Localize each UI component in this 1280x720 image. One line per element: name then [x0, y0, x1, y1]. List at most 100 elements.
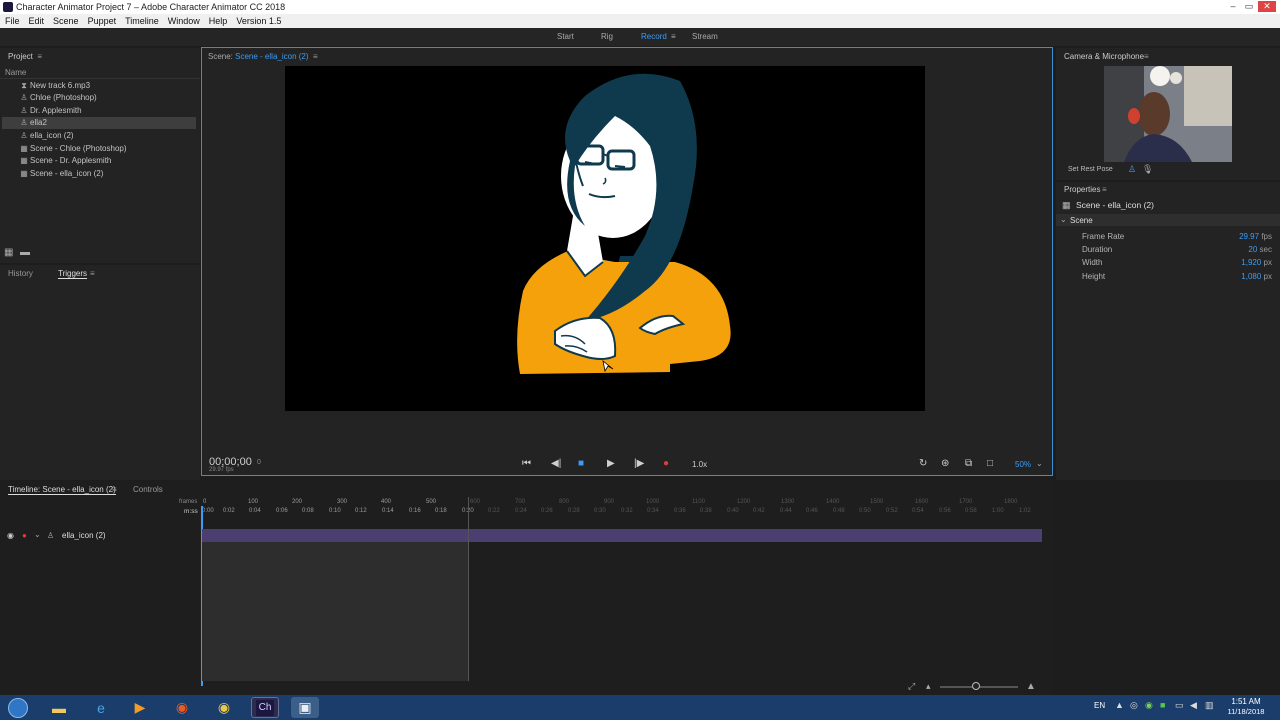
- close-button[interactable]: ✕: [1258, 1, 1276, 12]
- firefox-icon[interactable]: ◉: [168, 697, 196, 718]
- workspace-start[interactable]: Start: [557, 28, 574, 46]
- workspace-rig[interactable]: Rig: [601, 28, 613, 46]
- panel-menu-icon[interactable]: ≡: [35, 52, 42, 61]
- chevron-down-icon[interactable]: ⌄: [34, 530, 41, 539]
- tab-triggers[interactable]: Triggers: [58, 269, 88, 279]
- start-button[interactable]: [4, 697, 32, 718]
- clock-time[interactable]: 1:51 AM: [1226, 697, 1266, 706]
- volume-icon[interactable]: ◀: [1190, 700, 1197, 711]
- menu-puppet[interactable]: Puppet: [88, 14, 117, 28]
- workspace-menu-icon[interactable]: ≡: [671, 28, 676, 46]
- property-row: Width 1,920 px: [1082, 258, 1272, 267]
- camera-toggle-icon[interactable]: ♙: [1128, 164, 1136, 175]
- history-triggers-panel: History Triggers ≡: [0, 265, 200, 480]
- internet-explorer-icon[interactable]: e: [87, 697, 115, 718]
- menu-scene[interactable]: Scene: [53, 14, 79, 28]
- eye-icon[interactable]: ◉: [7, 531, 14, 540]
- record-icon[interactable]: ●: [663, 458, 669, 469]
- zoom-level[interactable]: 50%: [1015, 460, 1031, 469]
- blend-icon[interactable]: ⊛: [941, 458, 949, 469]
- zoom-out-icon[interactable]: ▴: [926, 681, 931, 692]
- workspace-record[interactable]: Record: [641, 28, 667, 46]
- chrome-icon[interactable]: ◉: [210, 697, 238, 718]
- divider: [0, 78, 200, 79]
- export-icon[interactable]: ⧉: [965, 458, 972, 469]
- record-arm-icon[interactable]: ●: [22, 531, 27, 540]
- tray-icon[interactable]: ■: [1160, 700, 1165, 710]
- scene-name[interactable]: Scene - ella_icon (2): [235, 52, 308, 61]
- show-hidden-icons[interactable]: ▲: [1115, 700, 1124, 710]
- list-item[interactable]: ♙ ella_icon (2): [2, 130, 196, 142]
- step-back-icon[interactable]: ◀|: [551, 458, 561, 469]
- panel-menu-icon[interactable]: ≡: [112, 485, 117, 494]
- chevron-down-icon[interactable]: ⌄: [1036, 459, 1043, 468]
- maximize-button[interactable]: ▭: [1242, 1, 1256, 12]
- section-header[interactable]: ⌄ Scene: [1056, 214, 1280, 226]
- zoom-in-icon[interactable]: ▲: [1026, 681, 1036, 692]
- character-animator-icon[interactable]: Ch: [251, 697, 279, 718]
- fit-icon[interactable]: ⤢: [908, 681, 915, 692]
- safe-area-icon[interactable]: □: [987, 458, 993, 469]
- panel-menu-icon[interactable]: ≡: [1144, 52, 1149, 61]
- panel-menu-icon[interactable]: ≡: [90, 269, 95, 278]
- step-forward-icon[interactable]: |▶: [634, 458, 644, 469]
- tab-history[interactable]: History: [8, 269, 33, 278]
- menu-timeline[interactable]: Timeline: [125, 14, 159, 28]
- property-value[interactable]: 20 sec: [1248, 245, 1272, 254]
- tab-controls[interactable]: Controls: [133, 485, 163, 494]
- tab-timeline[interactable]: Timeline: Scene - ella_icon (2): [8, 485, 116, 495]
- webcam-feed: [1104, 66, 1232, 162]
- tray-icon[interactable]: ◉: [1145, 700, 1153, 711]
- network-icon[interactable]: ▥: [1205, 700, 1214, 711]
- scene-duration-area: [202, 542, 468, 681]
- menu-version[interactable]: Version 1.5: [236, 14, 281, 28]
- tray-icon[interactable]: ▭: [1175, 700, 1184, 711]
- go-to-start-icon[interactable]: ⏮: [522, 458, 531, 469]
- menu-help[interactable]: Help: [209, 14, 228, 28]
- scene-stage[interactable]: [285, 66, 925, 411]
- column-header: Name: [5, 68, 27, 77]
- tray-icon[interactable]: ◎: [1130, 700, 1138, 711]
- play-icon[interactable]: ▶: [607, 458, 615, 469]
- list-item[interactable]: ⧗ New track 6.mp3: [2, 80, 196, 92]
- camera-panel: Camera & Microphone ≡ Set Rest Pose ♙ 🎙: [1056, 48, 1280, 180]
- list-item[interactable]: ♙ ella2: [2, 117, 196, 129]
- clock-date[interactable]: 11/18/2018: [1224, 707, 1268, 716]
- property-value[interactable]: 1,920 px: [1241, 258, 1272, 267]
- property-value[interactable]: 29.97 fps: [1239, 232, 1272, 241]
- zoom-slider-handle[interactable]: [972, 682, 980, 690]
- menu-file[interactable]: File: [5, 14, 20, 28]
- puppet-icon: ♙: [20, 131, 28, 140]
- panel-menu-icon[interactable]: ≡: [1102, 185, 1107, 194]
- list-item[interactable]: ♙ Dr. Applesmith: [2, 105, 196, 117]
- video-app-icon[interactable]: ▣: [291, 697, 319, 718]
- list-item[interactable]: ▦ Scene - ella_icon (2): [2, 168, 196, 180]
- playback-speed[interactable]: 1.0x: [692, 460, 707, 469]
- list-item[interactable]: ♙ Chloe (Photoshop): [2, 92, 196, 104]
- media-player-icon[interactable]: ▶: [126, 697, 154, 718]
- time-label: m:ss: [184, 508, 198, 515]
- menu-edit[interactable]: Edit: [29, 14, 45, 28]
- track-name[interactable]: ella_icon (2): [62, 531, 106, 540]
- panel-menu-icon[interactable]: ≡: [311, 52, 318, 61]
- new-scene-icon[interactable]: ▦: [4, 247, 13, 258]
- time-ruler[interactable]: 0 100 200 300 400 500 600 700 800 900 10…: [202, 497, 1042, 519]
- scene-end-marker: [468, 497, 469, 681]
- list-item[interactable]: ▦ Scene - Dr. Applesmith: [2, 155, 196, 167]
- file-explorer-icon[interactable]: ▬: [45, 697, 73, 718]
- folder-icon[interactable]: ▬: [20, 247, 30, 258]
- frames-label: frames: [179, 499, 198, 505]
- stop-icon[interactable]: ■: [578, 458, 584, 469]
- loop-icon[interactable]: ↻: [919, 458, 927, 469]
- menu-window[interactable]: Window: [168, 14, 200, 28]
- scene-frame: 0: [257, 459, 261, 466]
- property-value[interactable]: 1,080 px: [1241, 272, 1272, 281]
- track-bar[interactable]: [202, 529, 1042, 542]
- set-rest-pose-button[interactable]: Set Rest Pose: [1068, 166, 1113, 173]
- microphone-icon[interactable]: 🎙: [1142, 164, 1153, 175]
- workspace-stream[interactable]: Stream: [692, 28, 718, 46]
- minimize-button[interactable]: –: [1226, 1, 1240, 12]
- list-item[interactable]: ▦ Scene - Chloe (Photoshop): [2, 143, 196, 155]
- language-indicator[interactable]: EN: [1094, 701, 1105, 710]
- properties-panel: Properties ≡ ▦ Scene - ella_icon (2) ⌄ S…: [1056, 182, 1280, 480]
